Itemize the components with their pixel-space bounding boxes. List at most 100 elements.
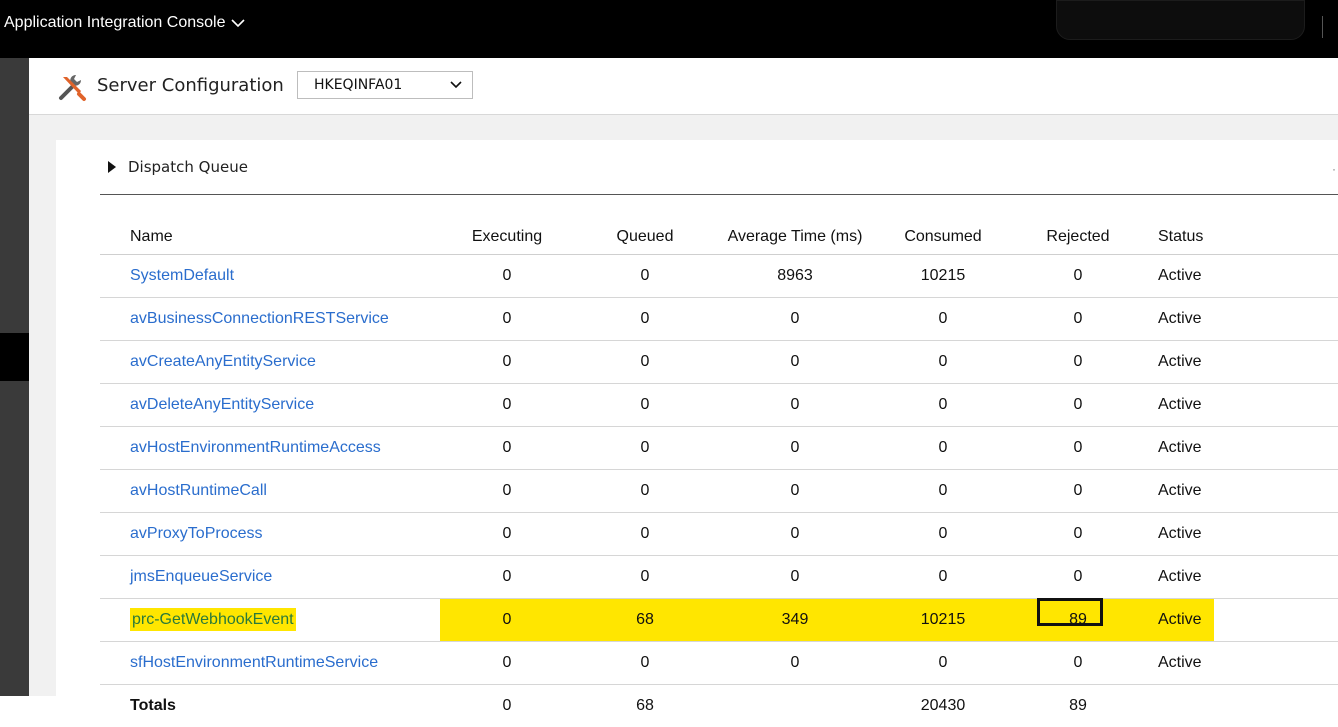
cell-consumed: 0 (874, 298, 1012, 341)
table-row: avCreateAnyEntityService 0 0 0 0 0 Activ… (100, 341, 1338, 384)
cell-queued: 0 (574, 513, 716, 556)
chevron-down-icon (231, 15, 245, 31)
cell-average-time: 0 (716, 341, 874, 384)
cell-executing: 0 (440, 427, 574, 470)
cell-rejected: 89 (1012, 599, 1144, 642)
cell-queued: 0 (574, 341, 716, 384)
cell-rejected: 0 (1012, 384, 1144, 427)
cell-consumed: 0 (874, 642, 1012, 685)
cell-queued: 0 (574, 642, 716, 685)
cell-executing: 0 (440, 341, 574, 384)
cell-average-time: 0 (716, 427, 874, 470)
cell-status: Active (1144, 513, 1338, 556)
cell-queued: 0 (574, 427, 716, 470)
column-header-average-time[interactable]: Average Time (ms) (716, 220, 874, 255)
column-header-status[interactable]: Status (1144, 220, 1338, 255)
tools-icon (57, 72, 87, 102)
cell-average-time: 0 (716, 642, 874, 685)
table-row: avHostRuntimeCall 0 0 0 0 0 Active (100, 470, 1338, 513)
cell-consumed: 0 (874, 427, 1012, 470)
dispatch-queue-table: Name Executing Queued Average Time (ms) … (100, 220, 1338, 727)
table-row-highlighted: prc-GetWebhookEvent 0 68 349 10215 89 Ac… (100, 599, 1338, 642)
cell-status: Active (1144, 255, 1338, 298)
cell-executing: 0 (440, 470, 574, 513)
totals-label: Totals (100, 685, 440, 727)
column-header-rejected[interactable]: Rejected (1012, 220, 1144, 255)
total-queued: 68 (574, 685, 716, 727)
server-select[interactable]: HKEQINFA01 (297, 71, 473, 99)
queue-name-link[interactable]: prc-GetWebhookEvent (130, 608, 296, 631)
cell-status: Active (1144, 642, 1338, 685)
app-title: Application Integration Console (4, 14, 225, 32)
cell-average-time: 0 (716, 513, 874, 556)
page-title: Server Configuration (97, 75, 284, 96)
cell-consumed: 10215 (874, 599, 1012, 642)
cell-average-time: 0 (716, 384, 874, 427)
cell-rejected: 0 (1012, 513, 1144, 556)
triangle-right-icon (108, 161, 116, 173)
cell-average-time: 0 (716, 470, 874, 513)
queue-name-link[interactable]: avBusinessConnectionRESTService (130, 310, 389, 327)
sidebar-marker (0, 333, 29, 381)
dispatch-queue-panel: Dispatch Queue · Name Executing Queued A… (56, 140, 1338, 696)
topbar-divider (1322, 16, 1323, 38)
cell-average-time: 349 (716, 599, 874, 642)
dispatch-queue-toggle[interactable]: Dispatch Queue (108, 158, 248, 176)
cell-executing: 0 (440, 513, 574, 556)
column-header-consumed[interactable]: Consumed (874, 220, 1012, 255)
column-header-queued[interactable]: Queued (574, 220, 716, 255)
user-menu[interactable] (1056, 0, 1305, 40)
table-row: avBusinessConnectionRESTService 0 0 0 0 … (100, 298, 1338, 341)
table-row: avHostEnvironmentRuntimeAccess 0 0 0 0 0… (100, 427, 1338, 470)
cell-consumed: 0 (874, 384, 1012, 427)
total-consumed: 20430 (874, 685, 1012, 727)
table-row: jmsEnqueueService 0 0 0 0 0 Active (100, 556, 1338, 599)
queue-name-link[interactable]: sfHostEnvironmentRuntimeService (130, 654, 378, 671)
scroll-edge-mark: · (1332, 162, 1336, 176)
cell-rejected: 0 (1012, 298, 1144, 341)
queue-name-link[interactable]: avHostEnvironmentRuntimeAccess (130, 439, 381, 456)
queue-name-link[interactable]: avDeleteAnyEntityService (130, 396, 314, 413)
total-status (1144, 685, 1338, 727)
cell-status: Active (1144, 384, 1338, 427)
cell-rejected: 0 (1012, 341, 1144, 384)
cell-status: Active (1144, 470, 1338, 513)
queue-name-link[interactable]: avCreateAnyEntityService (130, 353, 316, 370)
section-divider (100, 194, 1338, 195)
cell-status: Active (1144, 298, 1338, 341)
table-row: avDeleteAnyEntityService 0 0 0 0 0 Activ… (100, 384, 1338, 427)
queue-name-link[interactable]: avProxyToProcess (130, 525, 263, 542)
queue-name-link[interactable]: SystemDefault (130, 267, 234, 284)
cell-queued: 0 (574, 298, 716, 341)
section-title: Dispatch Queue (128, 158, 248, 176)
totals-row: Totals 0 68 20430 89 (100, 685, 1338, 727)
cell-executing: 0 (440, 556, 574, 599)
table-header-row: Name Executing Queued Average Time (ms) … (100, 220, 1338, 255)
cell-status: Active (1144, 556, 1338, 599)
app-switcher[interactable]: Application Integration Console (4, 14, 245, 32)
cell-executing: 0 (440, 642, 574, 685)
cell-rejected: 0 (1012, 556, 1144, 599)
top-bar: Application Integration Console (0, 0, 1338, 58)
cell-consumed: 0 (874, 470, 1012, 513)
page-header: Server Configuration HKEQINFA01 (29, 58, 1338, 115)
column-header-executing[interactable]: Executing (440, 220, 574, 255)
cell-queued: 0 (574, 255, 716, 298)
queue-name-link[interactable]: avHostRuntimeCall (130, 482, 267, 499)
queue-name-link[interactable]: jmsEnqueueService (130, 568, 272, 585)
cell-average-time: 8963 (716, 255, 874, 298)
column-header-name[interactable]: Name (100, 220, 440, 255)
cell-consumed: 10215 (874, 255, 1012, 298)
cell-rejected: 0 (1012, 255, 1144, 298)
cell-queued: 68 (574, 599, 716, 642)
cell-executing: 0 (440, 599, 574, 642)
cell-executing: 0 (440, 298, 574, 341)
chevron-down-icon (450, 78, 462, 92)
cell-consumed: 0 (874, 341, 1012, 384)
cell-status: Active (1144, 427, 1338, 470)
total-rejected: 89 (1012, 685, 1144, 727)
cell-status: Active (1144, 599, 1338, 642)
cell-executing: 0 (440, 255, 574, 298)
cell-executing: 0 (440, 384, 574, 427)
cell-queued: 0 (574, 556, 716, 599)
